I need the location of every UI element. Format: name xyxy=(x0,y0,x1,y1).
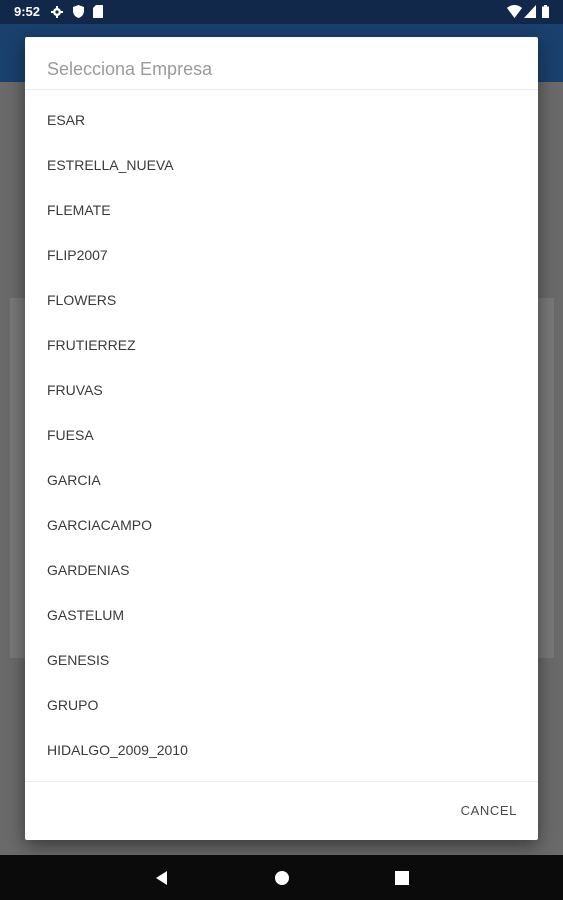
dialog-title: Selecciona Empresa xyxy=(47,59,213,79)
list-item[interactable]: FRUTIERREZ xyxy=(25,323,538,368)
cancel-button[interactable]: CANCEL xyxy=(461,801,517,821)
gear-icon xyxy=(51,5,63,23)
list-item[interactable]: ESTRELLA_NUEVA xyxy=(25,143,538,188)
navigation-bar xyxy=(0,855,563,900)
recents-icon[interactable] xyxy=(391,867,413,889)
list-item[interactable]: GRUPO xyxy=(25,683,538,728)
list-item[interactable]: FLEMATE xyxy=(25,188,538,233)
shield-icon xyxy=(73,5,84,23)
list-item[interactable]: FLOWERS xyxy=(25,278,538,323)
divider xyxy=(25,89,538,90)
wifi-icon xyxy=(507,5,522,23)
company-list: ESAR ESTRELLA_NUEVA FLEMATE FLIP2007 FLO… xyxy=(25,98,538,773)
status-time: 9:52 xyxy=(14,4,41,19)
list-item[interactable]: FUESA xyxy=(25,413,538,458)
list-item[interactable]: GARCIA xyxy=(25,458,538,503)
list-item[interactable]: FRUVAS xyxy=(25,368,538,413)
battery-icon xyxy=(542,5,549,23)
list-item[interactable]: HIDALGO_2009_2010 xyxy=(25,728,538,773)
sd-card-icon xyxy=(93,5,103,23)
list-item[interactable]: ESAR xyxy=(25,98,538,143)
list-item[interactable]: GENESIS xyxy=(25,638,538,683)
signal-icon xyxy=(524,5,536,23)
divider xyxy=(25,781,538,782)
list-item[interactable]: GARDENIAS xyxy=(25,548,538,593)
list-item[interactable]: GASTELUM xyxy=(25,593,538,638)
back-icon[interactable] xyxy=(151,867,173,889)
list-item[interactable]: GARCIACAMPO xyxy=(25,503,538,548)
select-company-dialog: Selecciona Empresa ESAR ESTRELLA_NUEVA F… xyxy=(25,37,538,840)
status-bar: 9:52 xyxy=(0,0,563,24)
home-icon[interactable] xyxy=(271,867,293,889)
list-item[interactable]: FLIP2007 xyxy=(25,233,538,278)
